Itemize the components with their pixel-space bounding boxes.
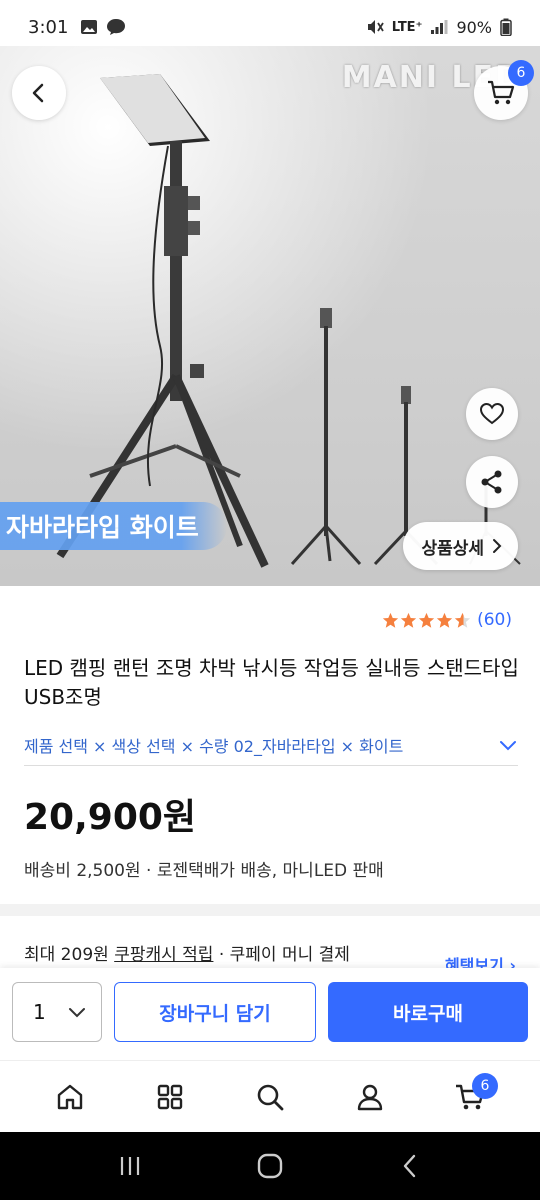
share-icon [481,470,502,494]
star-icon [382,612,399,628]
recent-apps-button[interactable] [100,1142,160,1190]
variant-label: 자바라타입 화이트 [0,502,227,550]
home-circle-icon [257,1153,283,1179]
cart-button[interactable]: 6 [474,60,534,120]
cash-prefix: 최대 209원 [24,945,115,965]
tab-my-page[interactable] [342,1069,398,1125]
recent-apps-icon [120,1157,140,1175]
chevron-left-icon [32,83,44,103]
review-count[interactable]: (60) [477,610,512,630]
add-to-cart-button[interactable]: 장바구니 담기 [114,982,316,1042]
grid-icon [157,1084,183,1109]
cash-reward-info: 최대 209원 쿠팡캐시 적립 · 쿠페이 머니 결제 [24,940,350,965]
heart-icon [479,402,505,425]
wishlist-button[interactable] [466,388,518,440]
cart-count-badge: 6 [472,1072,498,1099]
cart-count-badge: 6 [508,60,534,86]
chevron-right-icon [493,539,502,553]
product-detail-label: 상품상세 [421,538,484,559]
user-icon [357,1084,383,1110]
star-icon [400,612,417,628]
network-label: LTE⁺ [391,19,423,35]
half-star-icon [454,612,471,628]
product-title: LED 캠핑 랜턴 조명 차박 낚시등 작업등 실내등 스탠드타입 USB조명 [24,656,519,709]
quantity-value: 1 [33,1000,46,1024]
product-detail-button[interactable]: 상품상세 [403,522,518,570]
tab-home[interactable] [42,1069,98,1125]
purchase-bar: 1 장바구니 담기 바로구매 [0,968,540,1060]
buy-now-button[interactable]: 바로구매 [328,982,528,1042]
system-nav-bar [0,1132,540,1200]
shipping-info: 배송비 2,500원 · 로젠택배가 배송, 마니LED 판매 [24,861,384,881]
messenger-icon [107,19,126,35]
quantity-select[interactable]: 1 [12,982,102,1042]
tab-search[interactable] [242,1069,298,1125]
battery-icon [500,18,512,36]
home-nav-button[interactable] [240,1142,300,1190]
search-icon [257,1084,284,1110]
back-nav-icon [403,1154,416,1178]
gallery-icon [81,20,98,34]
star-rating [382,612,471,629]
back-nav-button[interactable] [380,1142,440,1190]
share-button[interactable] [466,456,518,508]
coupang-cash-link[interactable]: 쿠팡캐시 적립 [114,945,213,965]
home-icon [57,1084,83,1109]
mute-icon [367,20,384,34]
cash-suffix: · 쿠페이 머니 결제 [213,945,350,965]
option-selector[interactable]: 제품 선택 × 색상 선택 × 수량 02_자바라타입 × 화이트 [24,724,518,766]
bottom-tab-bar: 6 [0,1060,540,1132]
product-price: 20,900원 [24,797,197,838]
star-icon [436,612,453,628]
signal-icon [431,20,448,34]
product-image[interactable]: MANI LED 6 자바라타입 화이트 상품상세 [0,46,540,586]
tab-cart[interactable]: 6 [442,1069,498,1125]
rating[interactable]: (60) [382,610,512,630]
chevron-down-icon [500,740,516,750]
section-divider [0,904,540,916]
back-button[interactable] [12,66,66,120]
chevron-down-icon [69,1008,85,1018]
cart-icon [488,80,515,105]
selected-options: 제품 선택 × 색상 선택 × 수량 02_자바라타입 × 화이트 [24,736,404,756]
status-time: 3:01 [28,16,69,38]
star-icon [418,612,435,628]
tab-categories[interactable] [142,1069,198,1125]
battery-percent: 90% [456,17,492,37]
